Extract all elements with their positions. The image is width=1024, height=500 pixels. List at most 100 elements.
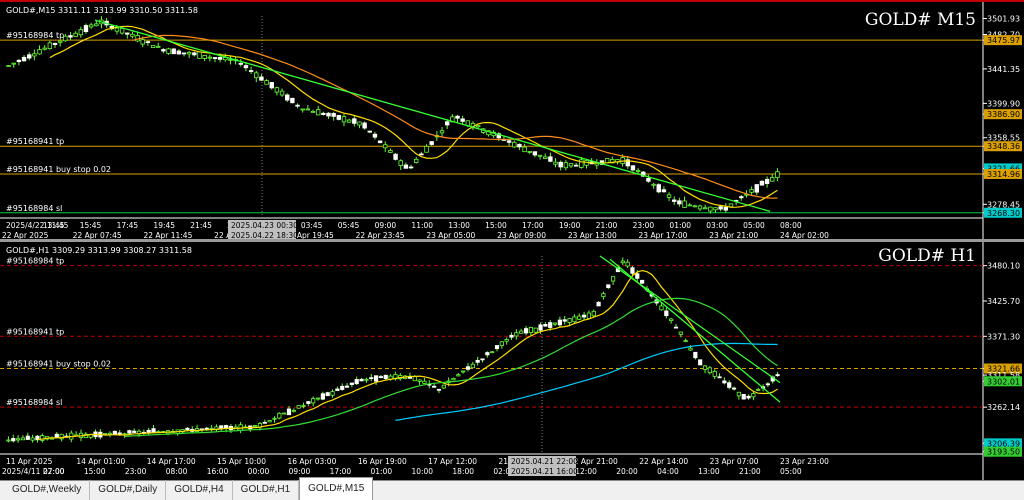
candle-body — [522, 146, 527, 153]
candle-body — [422, 380, 427, 384]
candle-body — [746, 395, 751, 399]
candle-body — [146, 429, 151, 433]
time-axis-label: 03:00 — [706, 221, 728, 230]
price-axis-label: 3480.10 — [987, 262, 1020, 271]
candle-body — [364, 378, 369, 381]
tab-gold-weekly[interactable]: GOLD#,Weekly — [4, 480, 91, 500]
candle-body — [630, 267, 635, 274]
order-line-label: #95168941 tp — [6, 327, 64, 336]
candle-body — [11, 62, 16, 65]
candle-body — [83, 25, 89, 33]
candle-body — [739, 196, 744, 199]
candle-body — [68, 35, 73, 38]
time-axis-label: 03:45 — [301, 221, 323, 230]
chart-canvas-h1[interactable]: #95168984 tp #95168941 tp #95168941 buy st… — [0, 242, 1024, 480]
time-axis-label: 13:00 — [448, 221, 470, 230]
candle-body — [367, 130, 372, 133]
candle-body — [254, 72, 259, 79]
candle-body — [465, 366, 471, 370]
price-tag-label: 3475.97 — [987, 36, 1020, 45]
time-axis-label: 01:00 — [371, 467, 393, 476]
tab-gold-m15[interactable]: GOLD#,M15 — [299, 477, 374, 500]
candle-body — [181, 52, 187, 55]
candle-body — [666, 194, 672, 198]
candle-body — [349, 382, 354, 385]
time-axis-label: 15:45 — [80, 221, 102, 230]
candle-body — [52, 42, 58, 45]
candle-body — [352, 118, 357, 124]
chart-pane-h1[interactable]: #95168984 tp #95168941 tp #95168941 buy st… — [0, 242, 1024, 480]
candle-body — [731, 387, 737, 390]
chart-pane-m15[interactable]: #95168984 tp #95168941 tp #95168941 buy st… — [0, 0, 1024, 241]
candle-body — [538, 324, 543, 331]
candle-body — [57, 40, 63, 43]
candle-body — [573, 164, 579, 167]
time-axis-label: 23 Apr 23:00 — [780, 457, 829, 466]
chart-canvas-m15[interactable]: #95168984 tp #95168941 tp #95168941 buy st… — [0, 2, 1024, 241]
candle-body — [651, 183, 656, 186]
candle-body — [192, 52, 197, 56]
candle-body — [20, 437, 26, 441]
candle-body — [272, 417, 277, 420]
candle-body — [611, 276, 616, 282]
candle-body — [698, 359, 703, 366]
time-axis-label: 08:00 — [166, 467, 188, 476]
time-axis-label: 18:00 — [452, 467, 474, 476]
time-axis-label: 15 Apr 10:00 — [217, 457, 266, 466]
candle-body — [202, 55, 207, 59]
candle-body — [295, 104, 300, 107]
candle-body — [475, 125, 481, 128]
symbol-timeframe-label: GOLD# H1 — [878, 246, 976, 266]
candle-body — [114, 27, 120, 32]
order-line-label: #95168941 buy stop 0.02 — [6, 360, 111, 369]
candle-body — [451, 377, 456, 381]
candle-body — [393, 153, 398, 160]
candle-body — [764, 178, 770, 184]
time-axis-label: 23:00 — [633, 221, 655, 230]
candle-body — [185, 427, 190, 431]
candle-body — [553, 161, 558, 165]
time-axis-label: 09:00 — [375, 221, 397, 230]
order-line-label: #95168984 sl — [6, 398, 62, 407]
candle-body — [455, 115, 460, 119]
candle-body — [140, 39, 145, 45]
candle-body — [635, 170, 641, 172]
candle-body — [601, 293, 606, 298]
candle-body — [369, 377, 374, 380]
candle-body — [16, 438, 21, 441]
price-axis-label: 3425.70 — [987, 297, 1020, 306]
time-axis-label: 13:45 — [43, 221, 65, 230]
candle-body — [414, 158, 419, 163]
price-tag-label: 3386.90 — [987, 110, 1020, 119]
tab-gold-h4[interactable]: GOLD#,H4 — [166, 480, 233, 500]
tab-gold-daily[interactable]: GOLD#,Daily — [90, 480, 167, 500]
candle-body — [331, 113, 336, 117]
candle-body — [161, 49, 166, 52]
candle-body — [130, 33, 135, 37]
candle-body — [186, 52, 192, 55]
candle-body — [325, 392, 330, 397]
candle-body — [42, 47, 47, 50]
candle-body — [217, 57, 223, 60]
trendline — [94, 19, 771, 212]
candle-body — [751, 393, 756, 398]
price-axis-label: 3399.90 — [987, 99, 1020, 108]
time-axis-label: 12:00 — [575, 467, 597, 476]
time-axis-label: 20:00 — [616, 467, 638, 476]
candle-body — [656, 184, 661, 193]
candle-body — [346, 119, 352, 123]
time-axis-label: 19:45 — [153, 221, 175, 230]
candle-body — [27, 54, 32, 59]
tab-gold-h1[interactable]: GOLD#,H1 — [233, 480, 300, 500]
candle-body — [620, 260, 625, 264]
candle-body — [424, 145, 429, 153]
candle-body — [770, 176, 775, 182]
candle-body — [373, 375, 379, 382]
candle-body — [692, 205, 698, 208]
candle-body — [775, 374, 780, 377]
candle-body — [480, 358, 485, 361]
candle-body — [378, 376, 383, 378]
candle-body — [156, 45, 161, 48]
candle-body — [377, 140, 383, 144]
candle-body — [741, 393, 746, 400]
